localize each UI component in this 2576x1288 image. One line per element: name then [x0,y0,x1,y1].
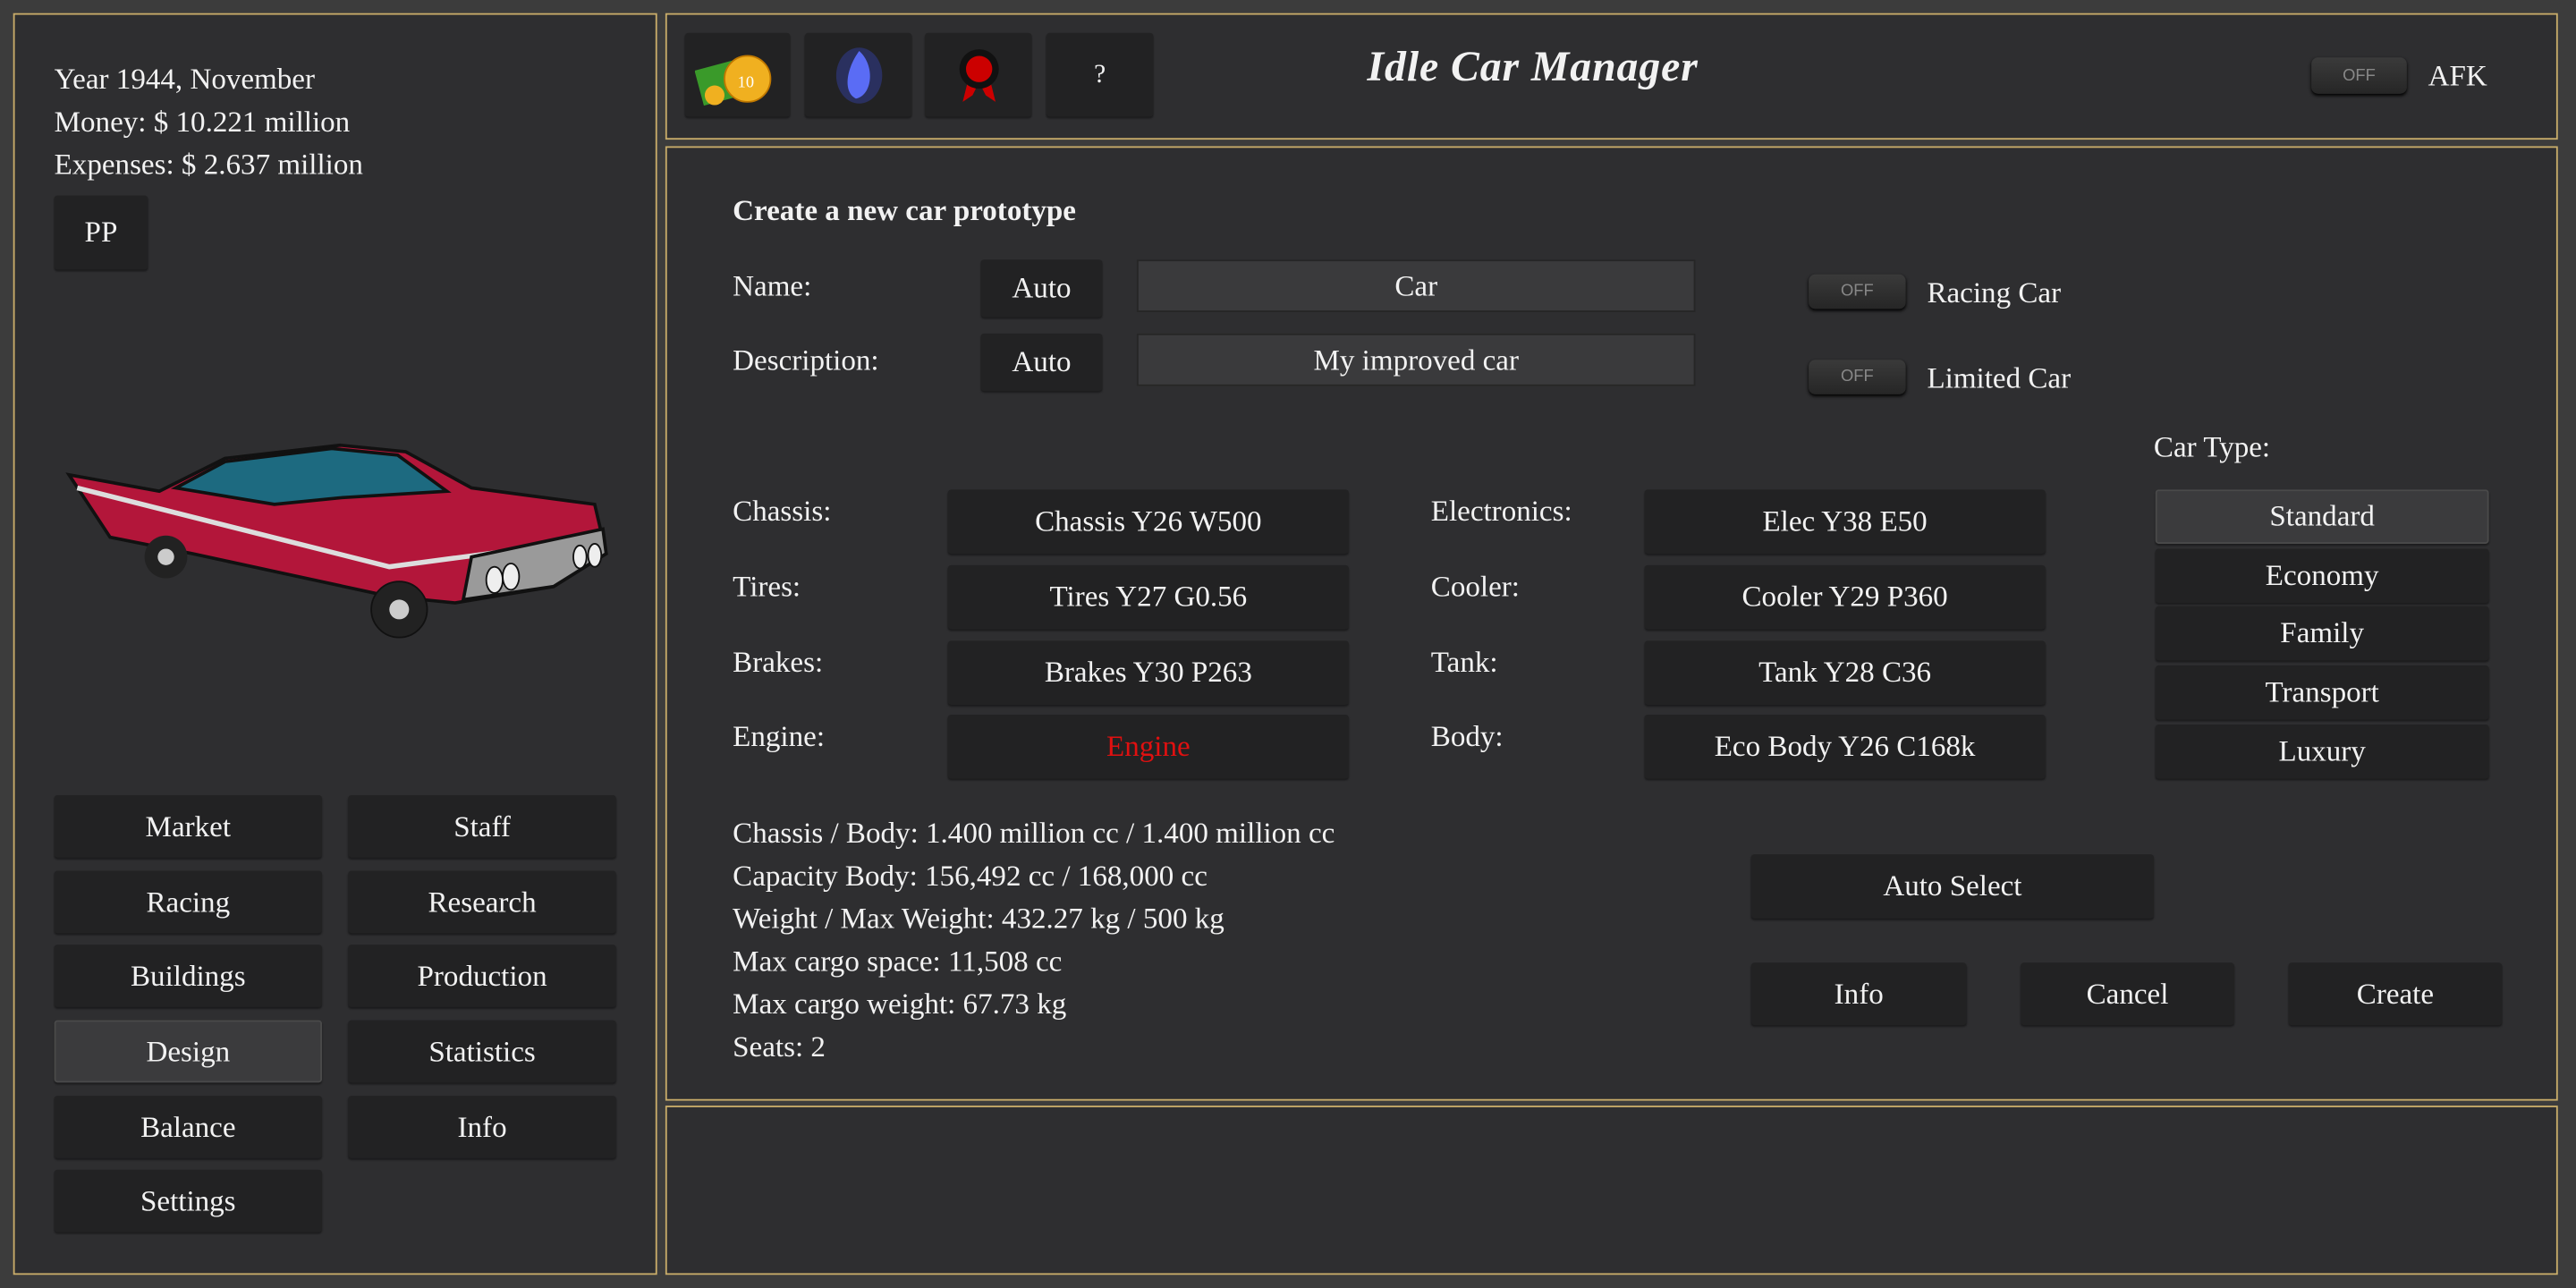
nav-production-button[interactable]: Production [348,945,616,1007]
stat-line: Capacity Body: 156,492 cc / 168,000 cc [733,859,1208,893]
date-text: Year 1944, November [54,62,316,96]
money-shop-button[interactable]: 10 [684,32,791,117]
nav-statistics-button[interactable]: Statistics [348,1020,616,1083]
help-button[interactable]: ? [1046,32,1154,117]
stat-line: Seats: 2 [733,1030,826,1063]
nav-info-button[interactable]: Info [348,1096,616,1158]
tires-label: Tires: [733,570,801,604]
car-type-standard-option[interactable]: Standard [2155,489,2489,544]
cancel-button[interactable]: Cancel [2021,962,2234,1026]
afk-toggle[interactable]: OFF [2311,57,2407,94]
award-ribbon-icon [958,48,998,101]
car-image [65,443,608,639]
limited-car-toggle[interactable]: OFF [1809,360,1906,394]
tires-select-button[interactable]: Tires Y27 G0.56 [947,564,1349,630]
body-select-button[interactable]: Eco Body Y26 C168k [1644,714,2046,779]
game-screen: Year 1944, November Money: $ 10.221 mill… [0,0,2576,1288]
info-button[interactable]: Info [1750,962,1967,1026]
stat-line: Weight / Max Weight: 432.27 kg / 500 kg [733,902,1224,936]
car-type-family-option[interactable]: Family [2155,606,2489,661]
chassis-select-button[interactable]: Chassis Y26 W500 [947,489,1349,554]
money-icon: 10 [694,54,772,106]
status-panel: Year 1944, November Money: $ 10.221 mill… [13,13,657,1275]
auto-select-button[interactable]: Auto Select [1750,854,2154,919]
cooler-label: Cooler: [1430,570,1520,604]
blue-flame-icon [835,47,882,103]
description-auto-button[interactable]: Auto [980,333,1103,392]
car-type-luxury-option[interactable]: Luxury [2155,724,2489,779]
nav-settings-button[interactable]: Settings [54,1169,322,1233]
achievements-button[interactable] [925,32,1032,117]
app-title: Idle Car Manager [1367,42,1699,91]
chassis-label: Chassis: [733,494,832,528]
nav-design-button[interactable]: Design [54,1020,322,1083]
money-text: Money: $ 10.221 million [54,105,351,139]
name-auto-button[interactable]: Auto [980,259,1103,318]
engine-label: Engine: [733,719,826,753]
racing-car-label: Racing Car [1927,275,2062,309]
brakes-select-button[interactable]: Brakes Y30 P263 [947,640,1349,705]
engine-select-button[interactable]: Engine [947,714,1349,779]
car-type-transport-option[interactable]: Transport [2155,665,2489,720]
create-button[interactable]: Create [2288,962,2503,1026]
afk-label: AFK [2428,59,2487,92]
svg-text:10: 10 [738,72,754,89]
expenses-text: Expenses: $ 2.637 million [54,148,363,182]
stat-line: Max cargo weight: 67.73 kg [733,987,1067,1021]
tank-label: Tank: [1430,645,1498,679]
electronics-select-button[interactable]: Elec Y38 E50 [1644,489,2046,554]
nav-racing-button[interactable]: Racing [54,870,322,934]
racing-car-toggle[interactable]: OFF [1809,274,1906,309]
message-panel [665,1106,2558,1275]
boost-button[interactable] [804,32,912,117]
nav-buildings-button[interactable]: Buildings [54,945,322,1007]
stat-line: Chassis / Body: 1.400 million cc / 1.400… [733,816,1335,850]
pp-button[interactable]: PP [54,195,148,270]
body-label: Body: [1430,719,1504,753]
name-label: Name: [733,269,812,302]
car-type-economy-option[interactable]: Economy [2155,548,2489,604]
form-heading: Create a new car prototype [733,193,1076,227]
tank-select-button[interactable]: Tank Y28 C36 [1644,640,2046,705]
nav-staff-button[interactable]: Staff [348,794,616,858]
nav-market-button[interactable]: Market [54,794,322,858]
cooler-select-button[interactable]: Cooler Y29 P360 [1644,564,2046,630]
description-input[interactable]: My improved car [1136,333,1696,386]
name-input[interactable]: Car [1136,259,1696,312]
stat-line: Max cargo space: 11,508 cc [733,945,1063,978]
description-label: Description: [733,343,879,377]
nav-balance-button[interactable]: Balance [54,1096,322,1158]
limited-car-label: Limited Car [1927,361,2072,394]
nav-research-button[interactable]: Research [348,870,616,934]
brakes-label: Brakes: [733,645,824,679]
car-type-label: Car Type: [2153,430,2271,463]
electronics-label: Electronics: [1430,494,1572,528]
